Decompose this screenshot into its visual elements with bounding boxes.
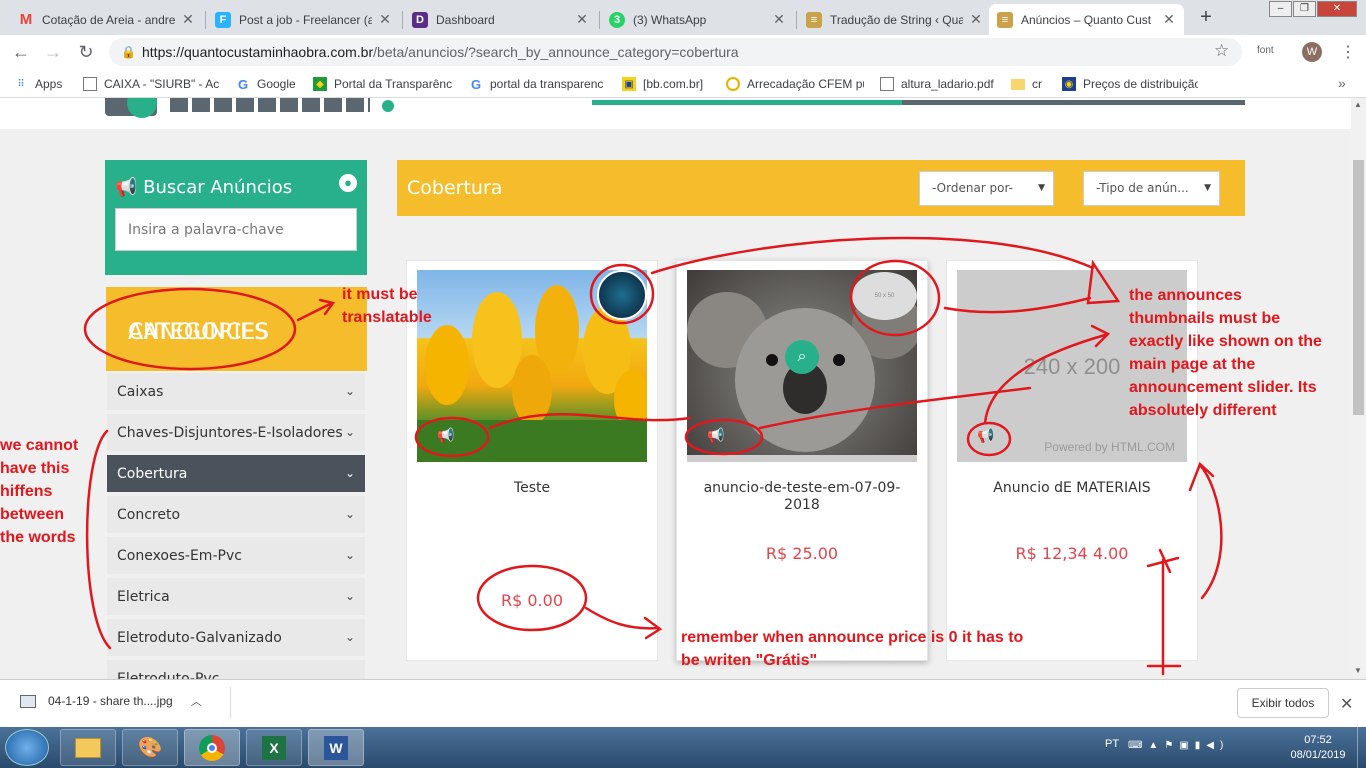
excel-icon: X	[262, 735, 286, 760]
bookmark-google[interactable]: G Google	[236, 74, 306, 94]
lock-icon: 🔒	[121, 45, 136, 59]
close-icon[interactable]: ✕	[1340, 694, 1353, 714]
bb-icon: ▣	[622, 77, 636, 91]
google-icon: G	[237, 76, 249, 92]
taskbar-excel[interactable]: X	[246, 729, 302, 766]
bookmark-precos[interactable]: ◉ Preços de distribuição	[1062, 74, 1198, 94]
extension-font-button[interactable]: font	[1257, 45, 1274, 56]
bookmark-portal-google[interactable]: Gportal da transparenc	[469, 74, 608, 94]
taskbar-word[interactable]: W	[308, 729, 364, 766]
download-item[interactable]: 04-1-19 - share th....jpg ︿	[20, 693, 202, 709]
whatsapp-icon: 3	[609, 11, 625, 28]
back-icon[interactable]: ←	[11, 42, 31, 62]
site-icon: ≡	[997, 11, 1013, 28]
annotation-hyphens: we cannot have this hiffens between the …	[0, 437, 79, 546]
google-icon: G	[470, 76, 482, 92]
bookmark-pdf[interactable]: altura_ladario.pdf	[880, 74, 998, 94]
tab-traducao[interactable]: ≡ Tradução de String ‹ Qua ✕	[798, 4, 991, 35]
tab-whatsapp[interactable]: 3 (3) WhatsApp ✕	[601, 4, 794, 35]
bookmark-portal-transparencia[interactable]: ◆ Portal da Transparênc	[313, 74, 455, 94]
tab-gmail[interactable]: M Cotação de Areia - andre ✕	[10, 4, 203, 35]
close-icon[interactable]: ✕	[969, 11, 983, 28]
close-icon[interactable]: ✕	[575, 11, 589, 28]
show-all-downloads-button[interactable]: Exibir todos	[1237, 688, 1329, 718]
site-icon: ≡	[806, 11, 822, 28]
annotation-thumbnails: the announces thumbnails must be exactly…	[1129, 287, 1322, 419]
forward-icon[interactable]: →	[43, 42, 63, 62]
tab-freelancer[interactable]: F Post a job - Freelancer (a ✕	[207, 4, 400, 35]
url-host: https://quantocustaminhaobra.com.br	[142, 44, 374, 60]
scroll-up-icon[interactable]: ▲	[1354, 100, 1362, 109]
bookmark-caixa[interactable]: CAIXA - "SIURB" - Ac	[83, 74, 223, 94]
paint-icon: 🎨	[137, 737, 163, 759]
close-icon[interactable]: ✕	[772, 11, 786, 28]
taskbar-paint[interactable]: 🎨	[122, 729, 178, 766]
menu-icon[interactable]: ⋮	[1340, 42, 1356, 62]
tab-dashboard[interactable]: D Dashboard ✕	[404, 4, 597, 35]
bookmark-apps[interactable]: ⠿ Apps	[14, 74, 74, 94]
freelancer-icon: F	[215, 11, 231, 28]
reload-icon[interactable]: ↻	[76, 42, 96, 62]
tab-anuncios[interactable]: ≡ Anúncios – Quanto Cust ✕	[989, 4, 1184, 35]
image-file-icon	[20, 694, 36, 708]
taskbar-chrome[interactable]	[184, 729, 240, 766]
profile-avatar[interactable]: W	[1302, 42, 1322, 62]
url-text[interactable]: https://quantocustaminhaobra.com.br/beta…	[142, 44, 739, 60]
page-icon	[880, 77, 894, 91]
close-icon[interactable]: ✕	[1162, 11, 1176, 28]
annotation-translatable: it must be translatable	[342, 286, 432, 326]
gmail-icon: M	[19, 11, 33, 28]
more-bookmarks-icon[interactable]: »	[1338, 75, 1346, 91]
brazil-flag-icon: ◆	[313, 77, 327, 91]
page-icon	[83, 77, 97, 91]
bookmark-cfem[interactable]: Arrecadação CFEM pu	[726, 74, 864, 94]
star-icon[interactable]: ☆	[1214, 41, 1229, 61]
chrome-icon	[199, 734, 225, 761]
show-desktop-button[interactable]	[1357, 727, 1366, 768]
new-tab-button[interactable]: +	[1193, 5, 1219, 31]
close-window-button[interactable]: ✕	[1317, 1, 1357, 17]
system-clock[interactable]: 07:52 08/01/2019	[1282, 733, 1354, 763]
url-path: /beta/anuncios/?search_by_announce_categ…	[373, 44, 739, 60]
bookmark-bb[interactable]: ▣ [bb.com.br]	[622, 74, 714, 94]
folder-icon	[75, 737, 101, 758]
word-icon: W	[324, 735, 348, 760]
restore-button[interactable]: ❐	[1293, 1, 1316, 17]
language-indicator[interactable]: PT	[1105, 738, 1119, 750]
folder-icon	[1011, 78, 1025, 90]
tray-icons[interactable]: ⌨▲⚑▣▮◀)	[1128, 740, 1229, 751]
start-button[interactable]	[5, 729, 49, 766]
gov-icon: ◉	[1062, 77, 1076, 91]
chevron-up-icon[interactable]: ︿	[191, 693, 202, 709]
close-icon[interactable]: ✕	[378, 11, 392, 28]
dashboard-icon: D	[412, 11, 428, 28]
taskbar-explorer[interactable]	[60, 729, 116, 766]
circle-icon	[726, 77, 740, 91]
scroll-down-icon[interactable]: ▼	[1354, 666, 1362, 675]
scrollbar-thumb[interactable]	[1353, 160, 1364, 415]
bookmark-cr[interactable]: cr	[1011, 74, 1051, 94]
close-icon[interactable]: ✕	[181, 11, 195, 28]
minimize-button[interactable]: –	[1269, 1, 1292, 17]
download-bar	[0, 679, 1366, 727]
apps-grid-icon: ⠿	[17, 78, 25, 90]
annotation-free-price: remember when announce price is 0 it has…	[681, 629, 1024, 669]
